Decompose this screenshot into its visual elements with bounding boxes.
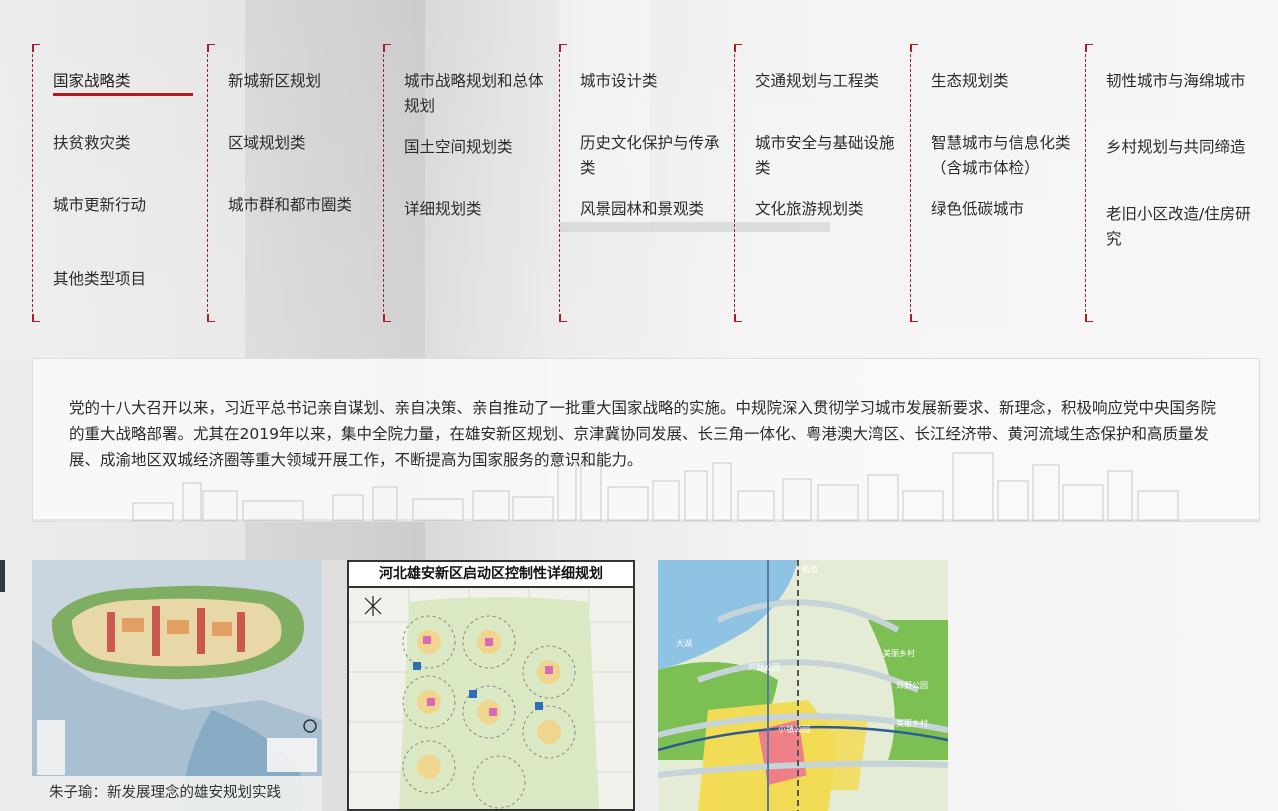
category-column-3: 城市战略规划和总体规划 国土空间规划类 详细规划类	[383, 44, 552, 322]
category-item[interactable]: 城市更新行动	[53, 193, 203, 218]
intro-panel: 党的十八大召开以来，习近平总书记亲自谋划、亲自决策、亲自推动了一批重大国家战略的…	[32, 358, 1260, 522]
category-item[interactable]: 城市战略规划和总体规划	[404, 69, 554, 119]
xiongan-transport-district-map: 大湖 郊野公园 美丽乡村 郊野公园 美丽乡村 小镇公园 轨道	[658, 560, 948, 811]
category-item[interactable]: 新城新区规划	[228, 69, 378, 94]
category-item[interactable]: 文化旅游规划类	[755, 197, 905, 222]
category-column-4: 城市设计类 历史文化保护与传承类 风景园林和景观类	[559, 44, 728, 322]
category-column-5: 交通规划与工程类 城市安全与基础设施类 文化旅游规划类	[734, 44, 903, 322]
map-label: 美丽乡村	[896, 718, 928, 728]
intro-text: 党的十八大召开以来，习近平总书记亲自谋划、亲自决策、亲自推动了一批重大国家战略的…	[69, 399, 1217, 469]
map-label: 大湖	[676, 638, 692, 648]
category-item[interactable]: 风景园林和景观类	[580, 197, 730, 222]
category-item[interactable]: 乡村规划与共同缔造	[1106, 135, 1256, 160]
xiongan-master-plan-map	[32, 560, 322, 811]
category-column-7: 韧性城市与海绵城市 乡村规划与共同缔造 老旧小区改造/住房研究	[1085, 44, 1254, 322]
card-caption[interactable]: 朱子瑜：新发展理念的雄安规划实践	[32, 776, 322, 811]
map-label: 郊野公园	[748, 662, 780, 672]
project-card[interactable]: 大湖 郊野公园 美丽乡村 郊野公园 美丽乡村 小镇公园 轨道	[658, 560, 948, 811]
category-item[interactable]: 其他类型项目	[53, 267, 203, 292]
map-label: 轨道	[802, 564, 818, 574]
category-item[interactable]: 扶贫救灾类	[53, 131, 203, 156]
active-category-underline	[53, 93, 193, 96]
category-item[interactable]: 交通规划与工程类	[755, 69, 905, 94]
category-item[interactable]: 城市群和都市圈类	[228, 193, 378, 218]
startup-area-regulatory-plan-map	[349, 562, 633, 809]
category-column-1: 国家战略类 扶贫救灾类 城市更新行动 其他类型项目	[32, 44, 201, 322]
project-card[interactable]: 朱子瑜：新发展理念的雄安规划实践	[32, 560, 322, 811]
category-column-2: 新城新区规划 区域规划类 城市群和都市圈类	[207, 44, 376, 322]
side-tab[interactable]	[0, 560, 5, 592]
category-item[interactable]: 智慧城市与信息化类（含城市体检）	[931, 131, 1081, 181]
category-item[interactable]: 国土空间规划类	[404, 135, 554, 160]
map-label: 小镇公园	[778, 724, 810, 734]
card-title: 河北雄安新区启动区控制性详细规划	[349, 562, 633, 588]
category-item[interactable]: 国家战略类	[53, 69, 203, 94]
project-card[interactable]: 河北雄安新区启动区控制性详细规划	[347, 560, 635, 811]
category-item[interactable]: 城市安全与基础设施类	[755, 131, 905, 181]
map-label: 郊野公园	[896, 680, 928, 690]
category-item[interactable]: 绿色低碳城市	[931, 197, 1081, 222]
category-item[interactable]: 韧性城市与海绵城市	[1106, 69, 1256, 94]
category-item[interactable]: 区域规划类	[228, 131, 378, 156]
category-item[interactable]: 详细规划类	[404, 197, 554, 222]
map-label: 美丽乡村	[883, 648, 915, 658]
category-item[interactable]: 城市设计类	[580, 69, 730, 94]
category-item[interactable]: 老旧小区改造/住房研究	[1106, 202, 1256, 252]
category-column-6: 生态规划类 智慧城市与信息化类（含城市体检） 绿色低碳城市	[910, 44, 1079, 322]
category-menu: 国家战略类 扶贫救灾类 城市更新行动 其他类型项目 新城新区规划 区域规划类 城…	[32, 44, 1252, 322]
category-item[interactable]: 生态规划类	[931, 69, 1081, 94]
category-item[interactable]: 历史文化保护与传承类	[580, 131, 730, 181]
